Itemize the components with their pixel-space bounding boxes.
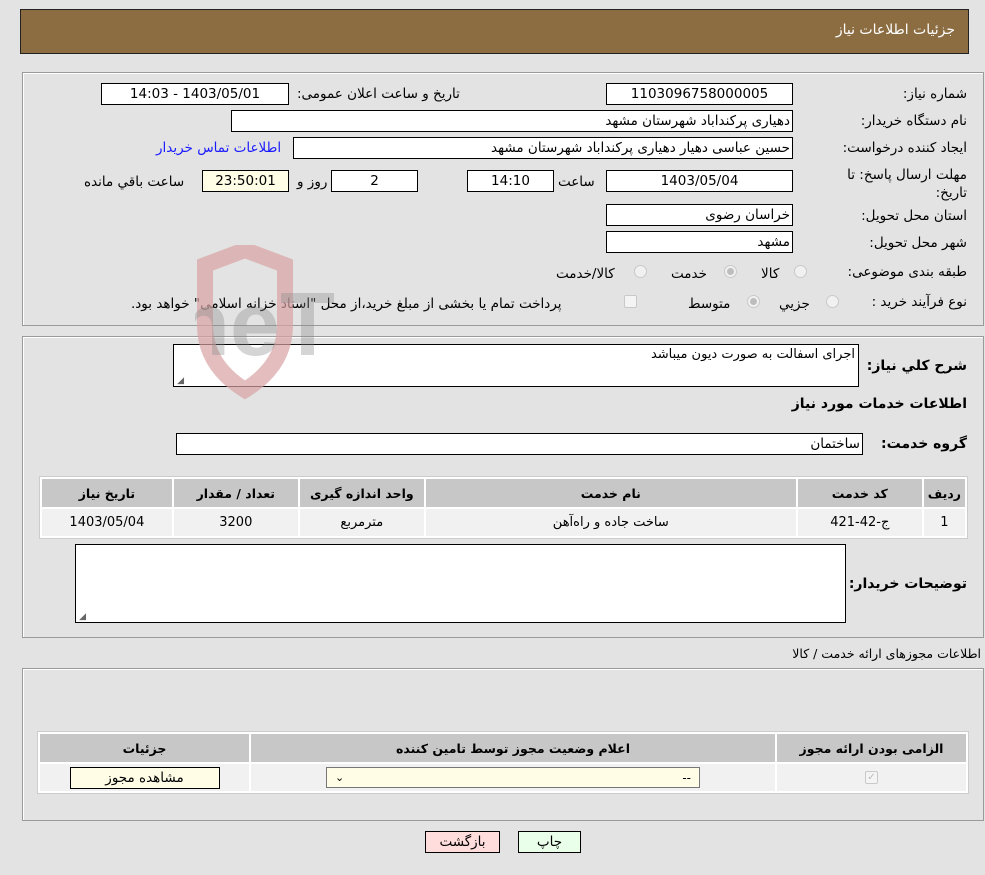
col-quantity: تعداد / مقدار — [173, 479, 298, 507]
announce-datetime-label: تاریخ و ساعت اعلان عمومی: — [297, 86, 460, 102]
category-option-service: خدمت — [671, 266, 707, 282]
treasury-checkbox[interactable] — [624, 295, 637, 308]
need-number-field: 1103096758000005 — [606, 83, 793, 105]
process-radio-minor[interactable] — [826, 295, 839, 308]
description-label: شرح کلي نیاز: — [866, 358, 967, 374]
buyer-notes-textarea[interactable]: ◢ — [75, 544, 846, 623]
permit-required-checkbox[interactable]: ✓ — [865, 771, 878, 784]
services-table: ردیف کد خدمت نام خدمت واحد اندازه گیری ت… — [39, 476, 968, 539]
table-row: ✓ -- ⌄ مشاهده مجوز — [40, 764, 966, 791]
cell-unit: مترمربع — [299, 509, 424, 536]
col-permit-status: اعلام وضعیت مجوز توسط تامین کننده — [251, 734, 775, 762]
category-radio-service[interactable] — [724, 265, 737, 278]
buyer-notes-label: توضیحات خریدار: — [848, 576, 967, 592]
col-service-code: کد خدمت — [797, 479, 922, 507]
remaining-days-field: 2 — [331, 170, 418, 192]
deadline-label: مهلت ارسال پاسخ: تا تاریخ: — [847, 167, 967, 201]
permits-section-title: اطلاعات مجوزهای ارائه خدمت / کالا — [792, 646, 981, 661]
buyer-contact-link[interactable]: اطلاعات تماس خریدار — [156, 140, 281, 156]
city-label: شهر محل تحویل: — [869, 235, 967, 251]
col-service-name: نام خدمت — [425, 479, 796, 507]
permits-table-header: الزامی بودن ارائه مجوز اعلام وضعیت مجوز … — [40, 734, 966, 762]
permits-table: الزامی بودن ارائه مجوز اعلام وضعیت مجوز … — [37, 731, 969, 794]
col-need-date: تاریخ نیاز — [42, 479, 172, 507]
need-number-label: شماره نیاز: — [902, 86, 967, 102]
announce-datetime-field: 1403/05/01 - 14:03 — [101, 83, 289, 105]
deadline-time-field: 14:10 — [467, 170, 554, 192]
service-group-field: ساختمان — [176, 433, 863, 455]
table-row: 1 ج-42-421 ساخت جاده و راه‌آهن مترمربع 3… — [42, 509, 965, 536]
province-label: استان محل تحویل: — [861, 208, 967, 224]
cell-quantity: 3200 — [173, 509, 298, 536]
cell-permit-status: -- ⌄ — [251, 764, 775, 791]
process-option-minor: جزيي — [779, 296, 810, 312]
requester-label: ایجاد کننده درخواست: — [842, 140, 967, 156]
category-option-goods: کالا — [761, 266, 780, 282]
view-permit-button[interactable]: مشاهده مجوز — [69, 766, 220, 789]
permit-status-select[interactable]: -- ⌄ — [326, 767, 700, 788]
category-radio-goods-service[interactable] — [634, 265, 647, 278]
services-section-title: اطلاعات خدمات مورد نیاز — [791, 396, 967, 412]
description-text: اجرای اسفالت به صورت دیون میباشد — [650, 347, 855, 362]
deadline-time-label: ساعت — [558, 174, 595, 190]
cell-permit-details: مشاهده مجوز — [40, 764, 249, 791]
cell-service-code: ج-42-421 — [797, 509, 922, 536]
cell-row-number: 1 — [923, 509, 965, 536]
print-button[interactable]: چاپ — [518, 831, 581, 853]
requester-field: حسین عباسی دهیار دهیاری پرکنداباد شهرستا… — [293, 137, 793, 159]
deadline-date-field: 1403/05/04 — [606, 170, 793, 192]
cell-need-date: 1403/05/04 — [42, 509, 172, 536]
cell-permit-required: ✓ — [777, 764, 966, 791]
city-field: مشهد — [606, 231, 793, 253]
col-unit: واحد اندازه گیری — [299, 479, 424, 507]
resize-grip-icon[interactable]: ◢ — [78, 613, 86, 622]
days-label: روز و — [297, 174, 328, 190]
purchase-process-label: نوع فرآیند خرید : — [871, 294, 967, 310]
col-row-number: ردیف — [923, 479, 965, 507]
page-title: جزئیات اطلاعات نیاز — [835, 22, 955, 38]
category-option-goods-service: کالا/خدمت — [556, 266, 615, 282]
col-permit-required: الزامی بودن ارائه مجوز — [777, 734, 966, 762]
description-textarea[interactable]: اجرای اسفالت به صورت دیون میباشد ◢ — [173, 344, 859, 387]
buyer-org-label: نام دستگاه خریدار: — [860, 113, 967, 129]
category-radio-goods[interactable] — [794, 265, 807, 278]
buyer-org-field: دهیاری پرکنداباد شهرستان مشهد — [231, 110, 793, 132]
chevron-down-icon: ⌄ — [335, 771, 345, 784]
remaining-label: ساعت باقي مانده — [84, 174, 185, 190]
permit-status-value: -- — [682, 770, 691, 785]
back-button[interactable]: بازگشت — [425, 831, 500, 853]
page-header — [20, 9, 969, 54]
province-field: خراسان رضوی — [606, 204, 793, 226]
process-option-medium: متوسط — [688, 296, 731, 312]
col-permit-details: جزئیات — [40, 734, 249, 762]
category-label: طبقه بندی موضوعی: — [847, 264, 967, 280]
cell-service-name: ساخت جاده و راه‌آهن — [425, 509, 796, 536]
service-group-label: گروه خدمت: — [881, 436, 967, 452]
resize-grip-icon[interactable]: ◢ — [176, 377, 184, 386]
remaining-time-field: 23:50:01 — [202, 170, 289, 192]
services-table-header: ردیف کد خدمت نام خدمت واحد اندازه گیری ت… — [42, 479, 965, 507]
process-radio-medium[interactable] — [747, 295, 760, 308]
treasury-checkbox-label: پرداخت تمام یا بخشی از مبلغ خرید،از محل … — [131, 296, 562, 312]
